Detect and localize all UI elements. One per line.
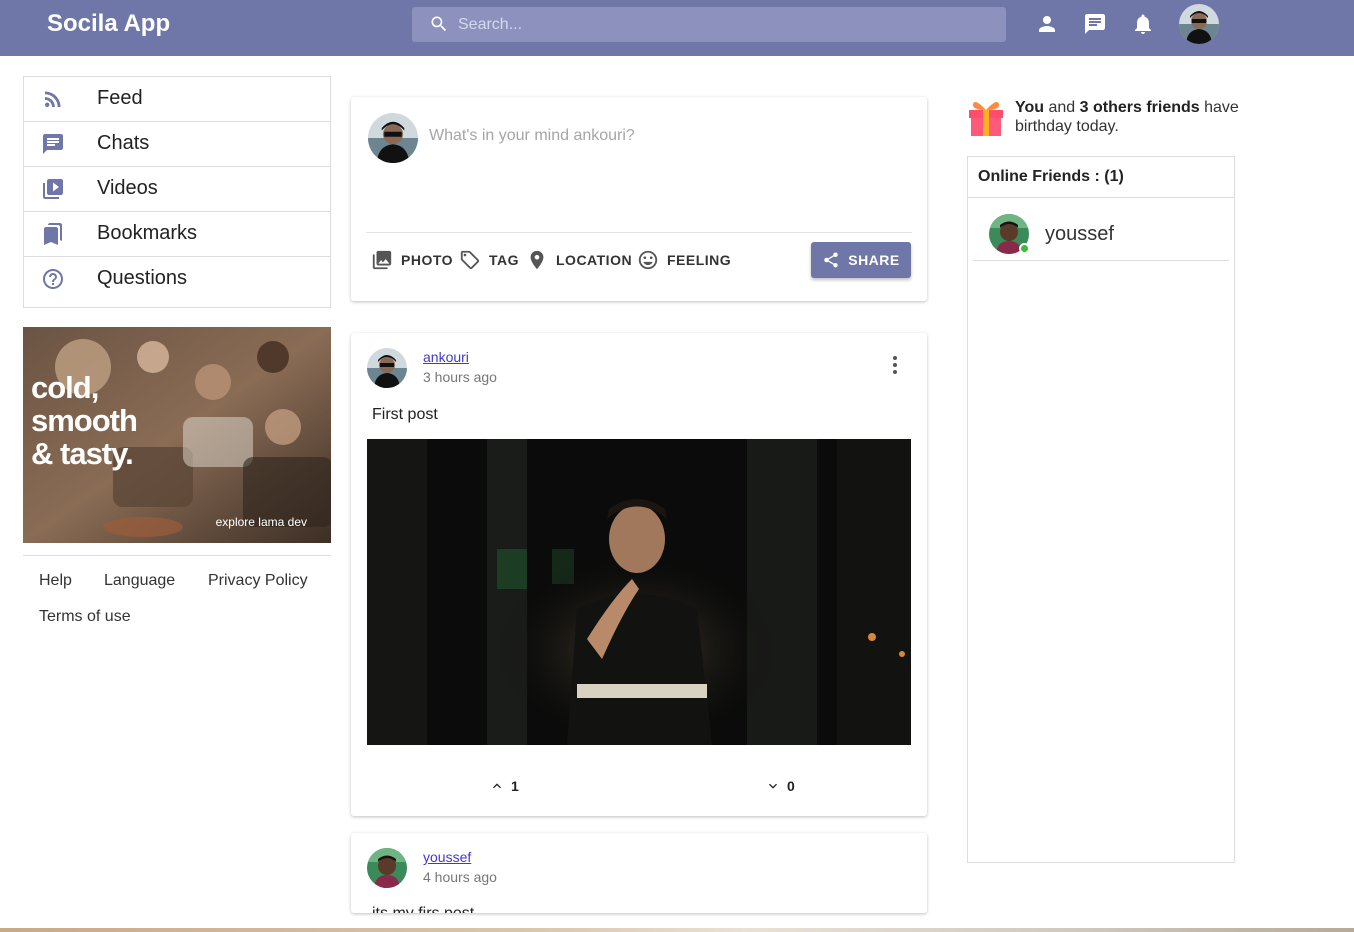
tag-icon: [460, 250, 480, 270]
user-avatar[interactable]: [1179, 4, 1219, 44]
person-icon[interactable]: [1035, 12, 1059, 36]
online-status-dot: [1019, 243, 1030, 254]
chat-icon[interactable]: [1083, 12, 1107, 36]
search-input[interactable]: [458, 7, 988, 42]
sidebar-ad-banner[interactable]: cold, smooth & tasty. explore lama dev: [23, 327, 331, 543]
post-author-link[interactable]: youssef: [423, 849, 471, 865]
post-card: ankouri 3 hours ago First post 1 0: [351, 333, 927, 816]
composer-avatar: [368, 113, 418, 163]
sidebar-item-questions[interactable]: Questions: [24, 257, 330, 307]
gift-icon: [969, 102, 1003, 136]
chat-icon: [43, 134, 63, 154]
search-bar[interactable]: [412, 7, 1006, 42]
bookmark-icon: [44, 223, 62, 245]
help-outline-icon: [43, 269, 63, 289]
post-timestamp: 4 hours ago: [423, 869, 497, 885]
birthday-text: You and 3 others friends have birthday t…: [1015, 99, 1239, 135]
online-friend-item[interactable]: youssef: [973, 203, 1229, 261]
sidebar-menu: Feed Chats Videos Bookmarks Questions: [23, 76, 331, 308]
upvote-count: 1: [511, 778, 519, 794]
composer-divider: [366, 232, 912, 233]
sidebar-item-label: Questions: [97, 267, 188, 289]
downvote-button[interactable]: 0: [765, 778, 795, 794]
share-button[interactable]: SHARE: [811, 242, 911, 278]
sidebar-item-label: Feed: [97, 87, 143, 109]
app-logo[interactable]: Socila App: [47, 10, 170, 38]
option-photo[interactable]: PHOTO: [371, 248, 453, 272]
smiley-icon: [638, 250, 658, 270]
sidebar-item-chats[interactable]: Chats: [24, 122, 330, 167]
video-library-icon: [43, 179, 63, 199]
left-sidebar: Feed Chats Videos Bookmarks Questions co…: [23, 76, 331, 625]
notifications-icon[interactable]: [1131, 12, 1155, 36]
sidebar-item-label: Bookmarks: [97, 222, 198, 244]
location-pin-icon: [530, 250, 544, 270]
footer-link-help[interactable]: Help: [39, 572, 72, 590]
online-friends-panel: Online Friends : (1) youssef: [967, 156, 1235, 863]
sidebar-divider: [23, 555, 331, 556]
chevron-up-icon: [493, 783, 501, 789]
share-icon: [824, 252, 838, 268]
post-text: First post: [372, 406, 438, 423]
downvote-count: 0: [787, 778, 795, 794]
sidebar-item-bookmarks[interactable]: Bookmarks: [24, 212, 330, 257]
online-friends-title: Online Friends : (1): [978, 168, 1124, 185]
footer-link-terms[interactable]: Terms of use: [39, 608, 131, 626]
sidebar-item-label: Videos: [97, 177, 158, 199]
post-image[interactable]: [367, 439, 911, 745]
post-author-link[interactable]: ankouri: [423, 349, 469, 365]
panel-divider: [968, 197, 1234, 198]
ad-subtext: explore lama dev: [215, 515, 307, 529]
footer-link-language[interactable]: Language: [104, 572, 175, 590]
more-vert-icon[interactable]: [883, 353, 907, 377]
search-icon: [431, 16, 447, 32]
birthday-widget: You and 3 others friends have birthday t…: [967, 96, 1239, 140]
post-timestamp: 3 hours ago: [423, 369, 497, 385]
post-composer: PHOTO TAG LOCATION FEELING SHARE: [351, 97, 927, 301]
sidebar-item-videos[interactable]: Videos: [24, 167, 330, 212]
post-card: youssef 4 hours ago its my firs post: [351, 833, 927, 913]
chevron-down-icon: [769, 783, 777, 789]
sidebar-item-feed[interactable]: Feed: [24, 77, 330, 122]
composer-input[interactable]: [429, 127, 909, 187]
sidebar-item-label: Chats: [97, 132, 150, 154]
friend-name: youssef: [1045, 223, 1114, 245]
post-author-avatar[interactable]: [367, 348, 407, 388]
rss-feed-icon: [45, 91, 61, 107]
photo-library-icon: [372, 250, 392, 270]
footer-link-privacy[interactable]: Privacy Policy: [208, 572, 308, 590]
option-tag[interactable]: TAG: [459, 248, 519, 272]
upvote-button[interactable]: 1: [489, 778, 519, 794]
option-feeling[interactable]: FEELING: [637, 248, 731, 272]
post-author-avatar[interactable]: [367, 848, 407, 888]
ad-headline: cold, smooth & tasty.: [31, 370, 138, 471]
window-bottom-edge: [0, 928, 1354, 932]
top-navbar: Socila App: [0, 0, 1354, 56]
option-location[interactable]: LOCATION: [526, 248, 632, 272]
post-text: its my firs post: [372, 905, 474, 913]
